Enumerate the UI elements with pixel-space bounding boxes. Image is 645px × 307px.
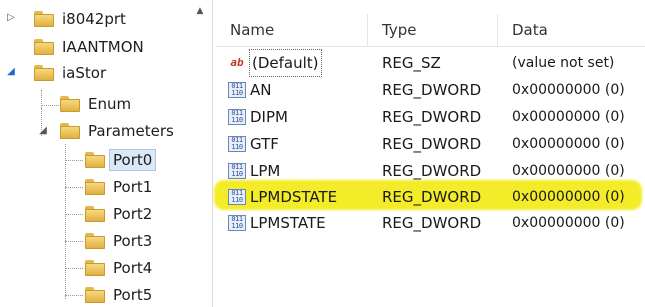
tree-connector [65,214,83,215]
value-type: REG_DWORD [382,81,482,99]
registry-tree-pane[interactable]: ▷ i8042prt IAANTMON ◢ iaStor Enum ◢ Para… [0,0,213,307]
collapse-arrow-icon[interactable]: ◢ [6,66,16,77]
value-name: AN [250,81,272,99]
folder-icon [85,206,105,222]
folder-icon [85,179,105,195]
tree-item-enum[interactable]: Enum [60,91,134,117]
tree-item-label: Port4 [113,259,153,277]
tree-item-port3[interactable]: Port3 [85,228,155,254]
tree-item-label: Enum [88,95,132,113]
value-row-an[interactable]: 011 110 AN REG_DWORD 0x00000000 (0) [216,77,645,103]
folder-icon [60,96,80,112]
tree-connector [65,160,83,161]
value-data: (value not set) [512,55,615,71]
tree-item-parameters[interactable]: Parameters [60,118,177,144]
collapse-arrow-icon[interactable]: ◢ [38,125,48,136]
tree-item-label: Port5 [113,286,153,304]
value-data: 0x00000000 (0) [512,82,625,98]
tree-item-iaantmon[interactable]: IAANTMON [34,34,147,60]
tree-item-label: Port1 [113,178,153,196]
tree-connector [65,268,83,269]
value-data: 0x00000000 (0) [512,109,625,125]
binary-value-icon: 011 110 [228,163,246,179]
tree-item-label: Port0 [108,149,157,171]
tree-connector [41,105,59,106]
tree-item-port5[interactable]: Port5 [85,282,155,307]
value-row-default[interactable]: ab (Default) REG_SZ (value not set) [216,49,645,77]
value-type: REG_DWORD [382,135,482,153]
value-type: REG_DWORD [382,108,482,126]
value-data: 0x00000000 (0) [512,136,625,152]
column-header-bar: Name Type Data [216,14,645,47]
value-row-lpmstate[interactable]: 011 110 LPMSTATE REG_DWORD 0x00000000 (0) [216,210,645,236]
scroll-up-arrow-icon[interactable]: ▲ [192,6,208,20]
string-value-icon: ab [230,56,244,69]
value-data: 0x00000000 (0) [512,189,625,205]
tree-connector [65,241,83,242]
value-name: LPMSTATE [250,214,326,232]
folder-icon [34,39,54,55]
tree-item-label: iaStor [62,64,107,82]
tree-item-label: Port2 [113,205,153,223]
registry-values-pane[interactable]: Name Type Data ab (Default) REG_SZ (valu… [216,0,645,307]
value-type: REG_DWORD [382,162,482,180]
value-name: LPMDSTATE [250,188,338,206]
value-data: 0x00000000 (0) [512,163,625,179]
value-row-dipm[interactable]: 011 110 DIPM REG_DWORD 0x00000000 (0) [216,104,645,130]
tree-item-port1[interactable]: Port1 [85,174,155,200]
binary-value-icon: 011 110 [228,136,246,152]
value-type: REG_SZ [382,54,441,72]
value-row-gtf[interactable]: 011 110 GTF REG_DWORD 0x00000000 (0) [216,131,645,157]
tree-item-label: Port3 [113,232,153,250]
tree-item-label: i8042prt [62,10,126,28]
folder-icon [34,11,54,27]
value-row-lpm[interactable]: 011 110 LPM REG_DWORD 0x00000000 (0) [216,158,645,184]
value-data: 0x00000000 (0) [512,215,625,231]
binary-value-icon: 011 110 [228,215,246,231]
tree-item-port2[interactable]: Port2 [85,201,155,227]
tree-item-label: Parameters [88,122,174,140]
column-header-data[interactable]: Data [498,14,645,46]
tree-item-iastor[interactable]: iaStor [34,60,109,86]
tree-connector [65,144,66,299]
value-row-lpmdstate[interactable]: 011 110 LPMDSTATE REG_DWORD 0x00000000 (0… [216,184,645,210]
binary-value-icon: 011 110 [228,109,246,125]
binary-value-icon: 011 110 [228,82,246,98]
tree-item-label: IAANTMON [62,38,144,56]
column-header-type[interactable]: Type [368,14,498,46]
value-name: LPM [250,162,281,180]
value-name: DIPM [250,108,288,126]
value-name: GTF [250,135,279,153]
tree-item-port4[interactable]: Port4 [85,255,155,281]
tree-connector [65,295,83,296]
tree-connector [65,187,83,188]
folder-icon [34,65,54,81]
value-type: REG_DWORD [382,214,482,232]
folder-icon [85,233,105,249]
column-header-name[interactable]: Name [216,14,368,46]
expand-arrow-icon[interactable]: ▷ [6,12,16,23]
folder-icon [85,287,105,303]
binary-value-icon: 011 110 [228,189,246,205]
value-name: (Default) [249,49,322,77]
folder-icon [60,123,80,139]
tree-item-port0[interactable]: Port0 [85,147,157,173]
tree-item-i8042prt[interactable]: i8042prt [34,6,129,32]
folder-icon [85,260,105,276]
folder-icon [85,152,105,168]
value-type: REG_DWORD [382,188,482,206]
